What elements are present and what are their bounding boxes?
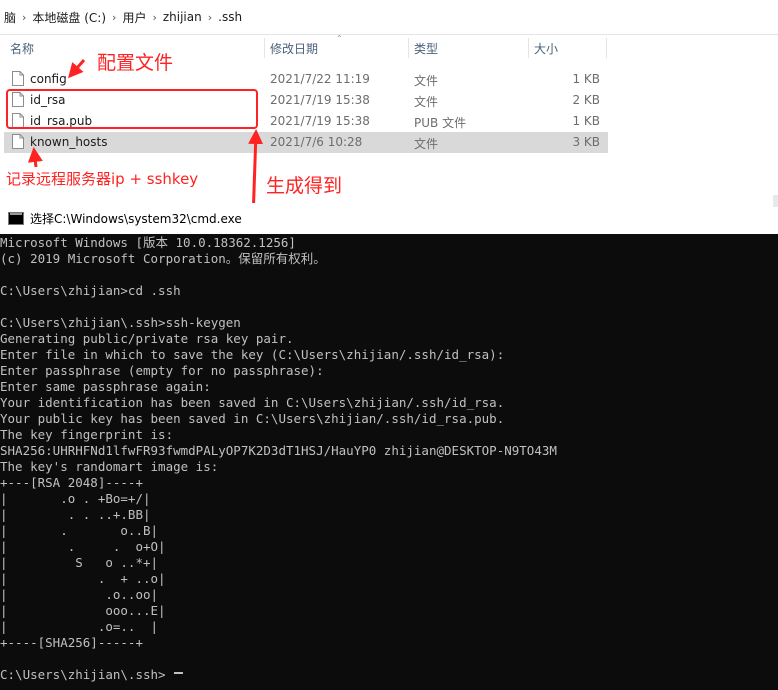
file-size: 1 KB bbox=[572, 72, 600, 86]
terminal-line: Enter file in which to save the key (C:\… bbox=[0, 347, 505, 362]
file-date: 2021/7/6 10:28 bbox=[270, 135, 363, 149]
terminal-line: Generating public/private rsa key pair. bbox=[0, 331, 294, 346]
column-header-type[interactable]: 类型 bbox=[414, 34, 438, 62]
column-divider[interactable] bbox=[528, 38, 529, 58]
file-type: 文件 bbox=[414, 137, 439, 151]
cmd-title-bar[interactable]: 选择C:\Windows\system32\cmd.exe bbox=[0, 203, 778, 234]
breadcrumb: 脑 › 本地磁盘 (C:) › 用户 › zhijian › .ssh bbox=[0, 0, 778, 35]
terminal-cursor bbox=[174, 672, 183, 674]
file-row-config[interactable]: config 2021/7/22 11:19 文件 1 KB bbox=[4, 69, 608, 90]
annotation-known-hosts: 记录远程服务器ip + sshkey bbox=[6, 170, 199, 188]
breadcrumb-item-ssh[interactable]: .ssh bbox=[214, 10, 246, 24]
terminal-line: SHA256:UHRHFNd1lfwFR93fwmdPALyOP7K2D3dT1… bbox=[0, 443, 557, 458]
terminal-line: Your public key has been saved in C:\Use… bbox=[0, 411, 505, 426]
file-date: 2021/7/19 15:38 bbox=[270, 93, 370, 107]
scrollbar-thumb[interactable] bbox=[773, 195, 778, 207]
file-row-known-hosts[interactable]: known_hosts 2021/7/6 10:28 文件 3 KB bbox=[4, 132, 608, 153]
terminal-line: | . o..B| bbox=[0, 523, 159, 538]
terminal-line: Your identification has been saved in C:… bbox=[0, 395, 505, 410]
column-divider[interactable] bbox=[408, 38, 409, 58]
file-date: 2021/7/22 11:19 bbox=[270, 72, 370, 86]
terminal-icon bbox=[8, 212, 24, 225]
terminal-line: Enter same passphrase again: bbox=[0, 379, 211, 394]
breadcrumb-item-computer[interactable]: 脑 bbox=[0, 9, 20, 26]
terminal-line: | .o..oo| bbox=[0, 587, 159, 602]
terminal-line: +---[RSA 2048]----+ bbox=[0, 475, 143, 490]
chevron-right-icon[interactable]: › bbox=[150, 11, 158, 24]
terminal-line: | .o=.. | bbox=[0, 619, 159, 634]
terminal-line: | ooo...E| bbox=[0, 603, 166, 618]
terminal-line: The key's randomart image is: bbox=[0, 459, 219, 474]
terminal-line: | . . o+O| bbox=[0, 539, 166, 554]
terminal-line: C:\Users\zhijian\.ssh>ssh-keygen bbox=[0, 315, 241, 330]
terminal-output[interactable]: Microsoft Windows [版本 10.0.18362.1256] (c… bbox=[0, 234, 778, 690]
breadcrumb-item-c-drive[interactable]: 本地磁盘 (C:) bbox=[28, 9, 110, 26]
file-icon bbox=[12, 134, 24, 149]
terminal-line: | . + ..o| bbox=[0, 571, 166, 586]
chevron-right-icon[interactable]: › bbox=[110, 11, 118, 24]
column-header-name[interactable]: 名称 bbox=[10, 34, 34, 62]
file-icon bbox=[12, 71, 24, 86]
terminal-line: Microsoft Windows [版本 10.0.18362.1256] bbox=[0, 235, 296, 250]
terminal-line: +----[SHA256]-----+ bbox=[0, 635, 143, 650]
terminal-line: C:\Users\zhijian\.ssh> bbox=[0, 667, 166, 682]
column-header-size[interactable]: 大小 bbox=[534, 34, 558, 62]
terminal-line: C:\Users\zhijian>cd .ssh bbox=[0, 283, 181, 298]
highlight-box-key-files bbox=[6, 89, 258, 129]
column-divider[interactable] bbox=[264, 38, 265, 58]
file-name: known_hosts bbox=[30, 135, 108, 149]
file-size: 2 KB bbox=[572, 93, 600, 107]
file-size: 1 KB bbox=[572, 114, 600, 128]
terminal-line: The key fingerprint is: bbox=[0, 427, 174, 442]
file-name: config bbox=[30, 72, 67, 86]
terminal-line: | .o . +Bo=+/| bbox=[0, 491, 151, 506]
file-size: 3 KB bbox=[572, 135, 600, 149]
terminal-line: Enter passphrase (empty for no passphras… bbox=[0, 363, 324, 378]
column-header-date[interactable]: 修改日期 bbox=[270, 34, 318, 62]
column-divider[interactable] bbox=[606, 38, 607, 58]
terminal-text: Microsoft Windows [版本 10.0.18362.1256] (c… bbox=[0, 235, 557, 683]
file-date: 2021/7/19 15:38 bbox=[270, 114, 370, 128]
annotation-config: 配置文件 bbox=[97, 52, 174, 74]
file-type: PUB 文件 bbox=[414, 116, 467, 130]
breadcrumb-item-users[interactable]: 用户 bbox=[118, 9, 150, 26]
annotation-generated: 生成得到 bbox=[266, 175, 343, 197]
chevron-right-icon[interactable]: › bbox=[206, 11, 214, 24]
file-type: 文件 bbox=[414, 95, 439, 109]
sort-caret-icon: ⌃ bbox=[336, 34, 343, 43]
terminal-line: (c) 2019 Microsoft Corporation。保留所有权利。 bbox=[0, 251, 326, 266]
terminal-line: | . . ..+.BB| bbox=[0, 507, 151, 522]
file-type: 文件 bbox=[414, 74, 439, 88]
breadcrumb-item-zhijian[interactable]: zhijian bbox=[159, 10, 206, 24]
cmd-window-title: 选择C:\Windows\system32\cmd.exe bbox=[30, 212, 242, 226]
terminal-line: | S o ..*+| bbox=[0, 555, 159, 570]
chevron-right-icon[interactable]: › bbox=[20, 11, 28, 24]
